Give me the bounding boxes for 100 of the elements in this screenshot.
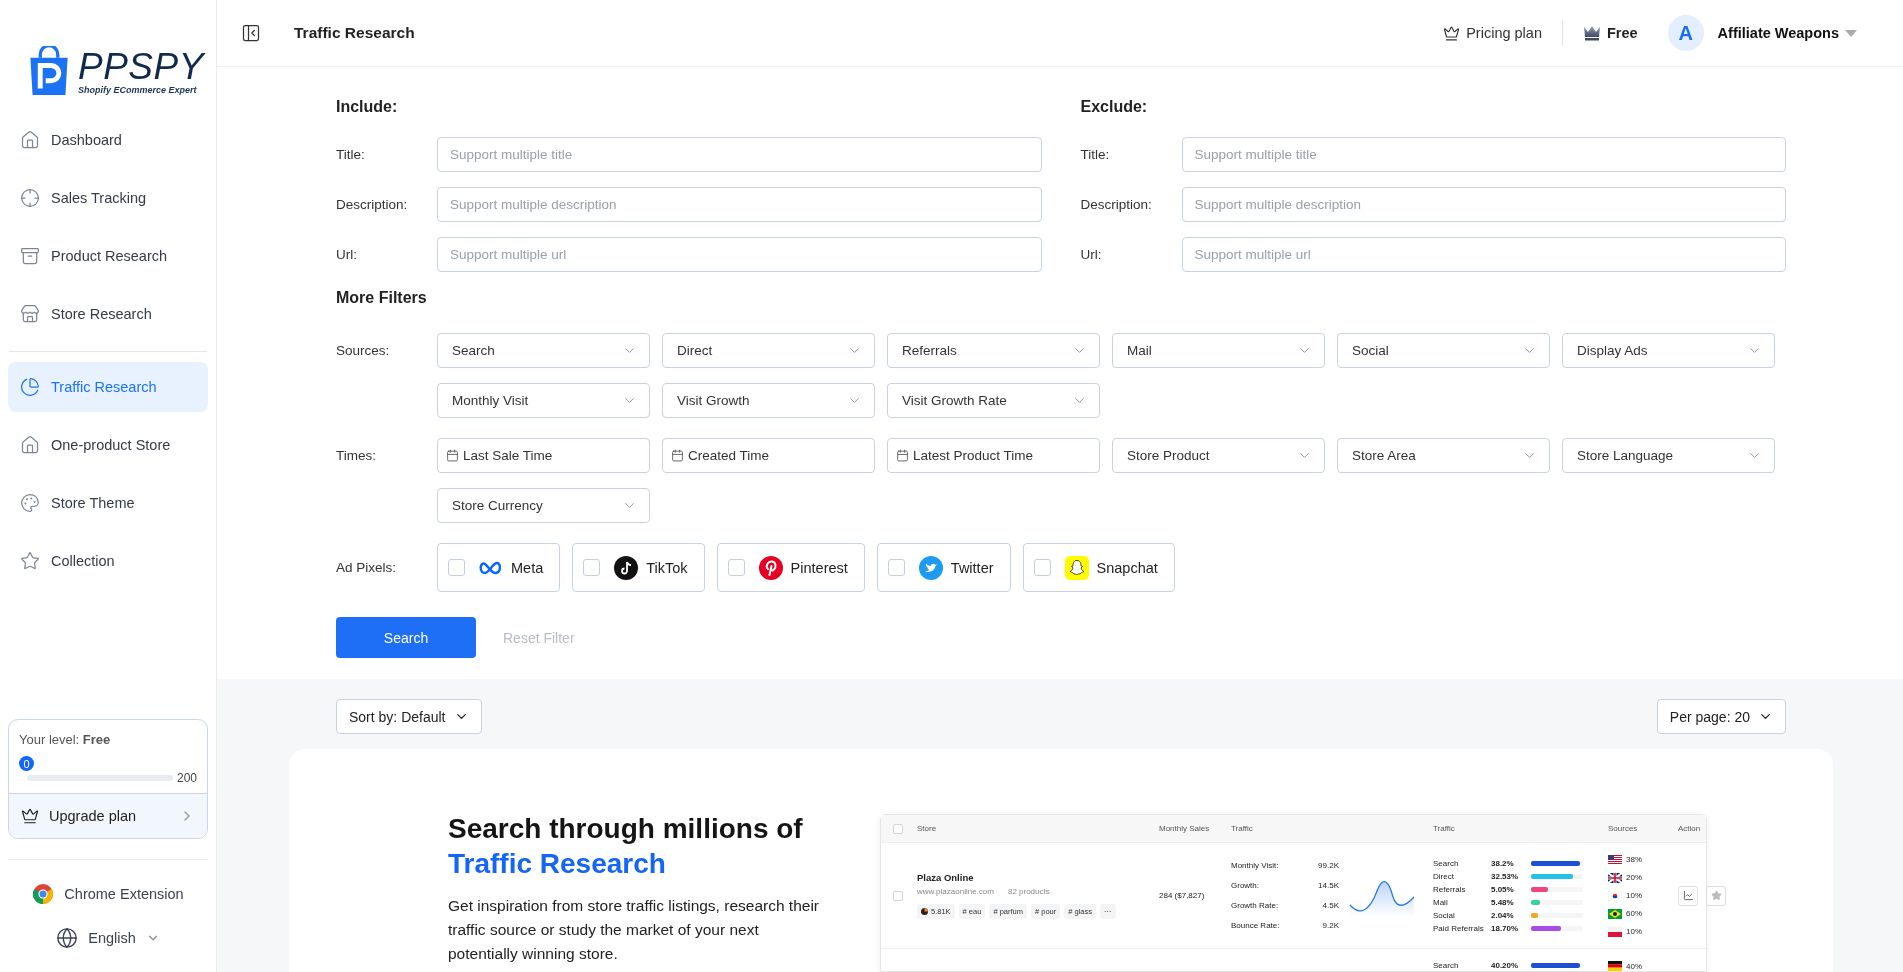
country-share: 38% <box>1626 855 1643 864</box>
collapse-sidebar-button[interactable] <box>241 23 261 43</box>
text-field[interactable]: Support multiple description <box>1181 187 1786 222</box>
ad-pixel-option[interactable]: Snapchat <box>1022 543 1175 592</box>
flag-icon <box>1608 961 1622 971</box>
sidebar-item[interactable]: Store Theme <box>8 478 208 528</box>
ad-pixel-option[interactable]: Pinterest <box>716 543 865 592</box>
flag-icon <box>1608 908 1622 919</box>
sidebar-item[interactable]: One-product Store <box>8 420 208 470</box>
source-share: 18.70% <box>1491 923 1520 933</box>
sidebar-item[interactable]: Product Research <box>8 231 208 281</box>
filter-select[interactable]: Store Area <box>1337 438 1550 473</box>
sidebar-item[interactable]: Collection <box>8 536 208 586</box>
date-picker[interactable]: Latest Product Time <box>887 438 1100 473</box>
logo-tagline: Shopify ECommerce Expert <box>78 85 198 95</box>
field-label: Url: <box>336 247 358 262</box>
stat-value: 4.5K <box>1321 901 1339 910</box>
filter-select[interactable]: Referrals <box>887 333 1100 368</box>
caret-icon <box>1845 29 1857 37</box>
filter-select[interactable]: Store Product <box>1112 438 1325 473</box>
checkbox[interactable] <box>893 823 903 834</box>
stat-value: 99.2K <box>1317 861 1339 870</box>
level-label: Your level: Free <box>19 732 112 747</box>
music-note-logo-icon <box>614 555 639 580</box>
favorite-button[interactable] <box>1706 885 1726 906</box>
table-header-cell-text: Action <box>1678 824 1702 833</box>
checkbox[interactable] <box>727 559 745 576</box>
checkbox[interactable] <box>893 890 903 901</box>
flag-icon <box>1608 854 1622 865</box>
avatar: A <box>1667 15 1704 51</box>
text-field[interactable]: Support multiple description <box>437 187 1042 222</box>
promo-heading: Search through millions of <box>448 812 804 846</box>
source-name: Search <box>1433 961 1460 970</box>
source-name: Referrals <box>1433 884 1467 894</box>
chrome-extension-link[interactable]: Chrome Extension <box>0 880 216 908</box>
language-selector[interactable]: English <box>50 926 166 950</box>
sidebar-item[interactable]: Sales Tracking <box>8 173 208 223</box>
filter-select[interactable]: Store Language <box>1562 438 1775 473</box>
search-button[interactable]: Search <box>336 617 476 658</box>
calendar-icon <box>446 449 459 462</box>
filter-select[interactable]: Display Ads <box>1562 333 1775 368</box>
checkbox[interactable] <box>448 559 465 576</box>
stat-label: Monthly Visit: <box>1231 861 1280 870</box>
field-label: Times: <box>336 447 377 465</box>
checkbox[interactable] <box>583 559 601 576</box>
logo-wordmark: PPSPY <box>78 48 204 85</box>
stat-label: Bounce Rate: <box>1231 921 1281 930</box>
page-title: Traffic Research <box>294 24 415 42</box>
filter-select[interactable]: Visit Growth <box>662 383 875 418</box>
source-share: 5.05% <box>1491 884 1515 894</box>
field-label: Title: <box>336 147 366 162</box>
date-picker[interactable]: Last Sale Time <box>437 438 650 473</box>
source-share: 40.20% <box>1491 961 1520 970</box>
date-picker[interactable]: Created Time <box>662 438 875 473</box>
country-share: 10% <box>1626 891 1643 900</box>
calendar-icon <box>896 449 909 462</box>
filter-select[interactable]: Social <box>1337 333 1550 368</box>
ad-pixel-option[interactable]: Meta <box>437 543 561 592</box>
field-label: Ad Pixels: <box>336 559 398 577</box>
sidebar-item[interactable]: Store Research <box>8 289 208 339</box>
user-menu-button[interactable]: Affiliate Weapons <box>1711 24 1863 42</box>
text-field[interactable]: Support multiple title <box>437 137 1042 172</box>
archive-icon <box>20 246 40 266</box>
sidebar-item[interactable]: Traffic Research <box>8 362 208 412</box>
store-url: www.plazaonline.com <box>917 887 994 896</box>
calendar-icon <box>671 449 684 462</box>
flag-icon <box>1608 872 1622 883</box>
filter-select[interactable]: Visit Growth Rate <box>887 383 1100 418</box>
per-page-dropdown[interactable]: Per page: 20 <box>1656 699 1786 734</box>
source-name: Social <box>1433 910 1456 920</box>
filter-select[interactable]: Direct <box>662 333 875 368</box>
text-field[interactable]: Support multiple url <box>437 237 1042 272</box>
ad-pixel-option[interactable]: Twitter <box>876 543 1011 592</box>
country-share: 20% <box>1626 873 1643 882</box>
ad-pixel-option[interactable]: TikTok <box>572 543 705 592</box>
checkbox[interactable] <box>1033 559 1051 576</box>
sort-dropdown[interactable]: Sort by: Default <box>336 699 482 734</box>
field-label: Title: <box>1080 147 1111 162</box>
chrome-logo-icon <box>32 883 55 905</box>
country-share: 40% <box>1626 961 1643 971</box>
bird-logo-icon <box>918 555 943 580</box>
checkbox[interactable] <box>887 559 905 576</box>
source-share: 38.2% <box>1491 858 1515 868</box>
text-field[interactable]: Support multiple url <box>1181 237 1786 272</box>
pricing-plan-link[interactable]: Pricing plan <box>1443 24 1542 42</box>
monthly-sales: 284 ($7,827) <box>1159 891 1206 900</box>
crown-icon <box>1443 24 1461 42</box>
filter-select[interactable]: Search <box>437 333 650 368</box>
chart-button[interactable] <box>1678 885 1698 906</box>
infinity-logo-icon <box>479 560 503 575</box>
filter-select[interactable]: Mail <box>1112 333 1325 368</box>
text-field[interactable]: Support multiple title <box>1181 137 1786 172</box>
crown-icon <box>21 807 39 825</box>
house-icon <box>20 435 40 455</box>
upgrade-plan-button[interactable]: Upgrade plan <box>9 793 207 838</box>
sidebar-item[interactable]: Dashboard <box>8 115 208 165</box>
filter-select[interactable]: Monthly Visit <box>437 383 650 418</box>
source-name: Mail <box>1433 897 1449 907</box>
filter-select[interactable]: Store Currency <box>437 488 650 523</box>
stat-value: 9.2K <box>1321 921 1339 930</box>
